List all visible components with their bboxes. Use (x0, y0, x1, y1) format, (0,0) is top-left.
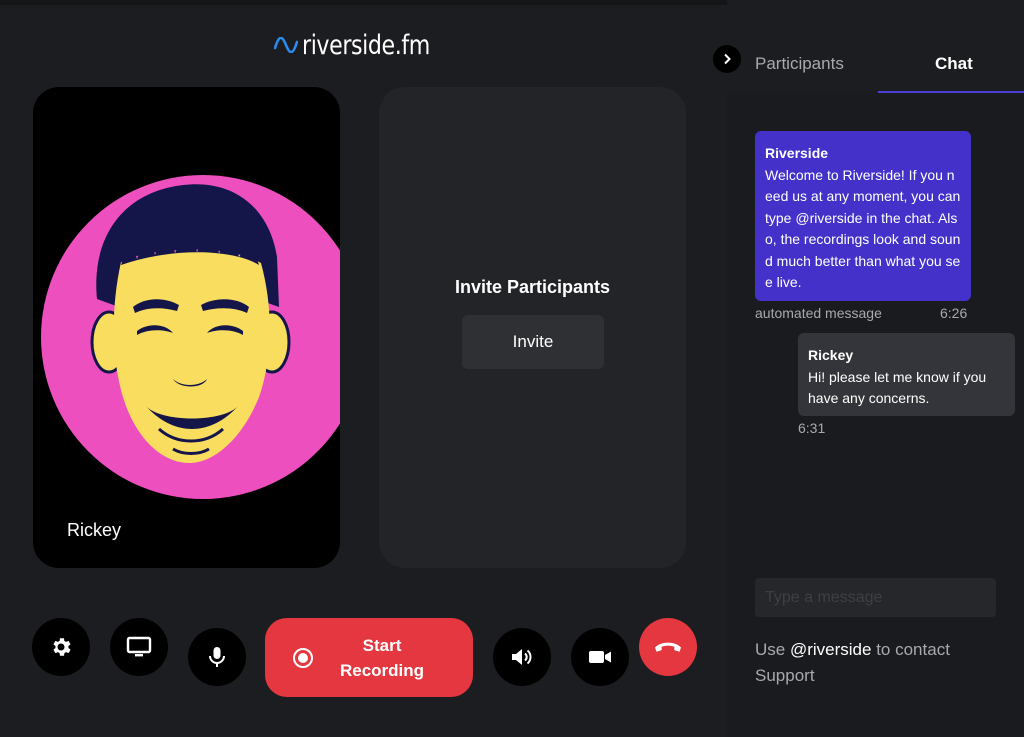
logo-text: riverside.fm (302, 29, 430, 61)
message-time: 6:31 (798, 420, 826, 436)
microphone-icon (209, 647, 225, 667)
support-hint: Use @riverside to contact Support (755, 637, 985, 689)
camera-icon (589, 651, 611, 663)
settings-button[interactable] (32, 618, 90, 676)
start-recording-label: Start Recording (327, 633, 437, 683)
record-icon (293, 648, 313, 668)
message-author: Rickey (808, 347, 854, 363)
chevron-right-icon (724, 53, 731, 65)
active-tab-indicator (878, 91, 1024, 93)
tab-participants[interactable]: Participants (755, 54, 844, 74)
speaker-icon (512, 649, 532, 665)
side-panel-header (727, 0, 1024, 93)
participant-name: Rickey (67, 520, 122, 540)
hang-up-button[interactable] (639, 618, 697, 676)
start-recording-line1: Start (362, 636, 402, 655)
screen-share-button[interactable] (110, 618, 168, 676)
riverside-app: riverside.fm Rickey Invite Participants … (0, 0, 1024, 737)
collapse-panel-button[interactable] (713, 45, 741, 73)
speaker-button[interactable] (493, 628, 551, 686)
user-avatar (41, 175, 340, 499)
start-recording-line2: Recording (339, 661, 425, 680)
support-prefix: Use (755, 640, 786, 659)
message-text: Welcome to Riverside! If you need us at … (765, 166, 961, 291)
self-video-tile: Rickey (33, 87, 340, 568)
camera-button[interactable] (571, 628, 629, 686)
microphone-button[interactable] (188, 628, 246, 686)
chat-message: Riverside Welcome to Riverside! If you n… (755, 131, 971, 301)
logo: riverside.fm (274, 27, 458, 63)
invite-title: Invite Participants (454, 277, 611, 297)
wave-logo-icon (274, 37, 298, 53)
message-text: Hi! please let me know if you have any c… (808, 368, 987, 407)
start-recording-button[interactable]: Start Recording (265, 618, 473, 697)
invite-button[interactable]: Invite (462, 315, 604, 369)
tab-chat[interactable]: Chat (935, 54, 973, 74)
hang-up-icon (655, 642, 681, 652)
message-author: Riverside (765, 145, 829, 161)
main-stage: riverside.fm Rickey Invite Participants … (0, 0, 727, 737)
message-note: automated message (755, 305, 882, 321)
side-panel: Participants Chat Riverside Welcome to R… (713, 0, 1024, 737)
chat-message-input[interactable] (755, 578, 996, 617)
message-time: 6:26 (940, 305, 968, 321)
chat-message: Rickey Hi! please let me know if you hav… (798, 333, 1015, 416)
invite-tile: Invite Participants Invite (379, 87, 686, 568)
screen-share-icon (126, 636, 152, 657)
support-mention: @riverside (789, 640, 872, 659)
gear-icon (53, 638, 71, 656)
